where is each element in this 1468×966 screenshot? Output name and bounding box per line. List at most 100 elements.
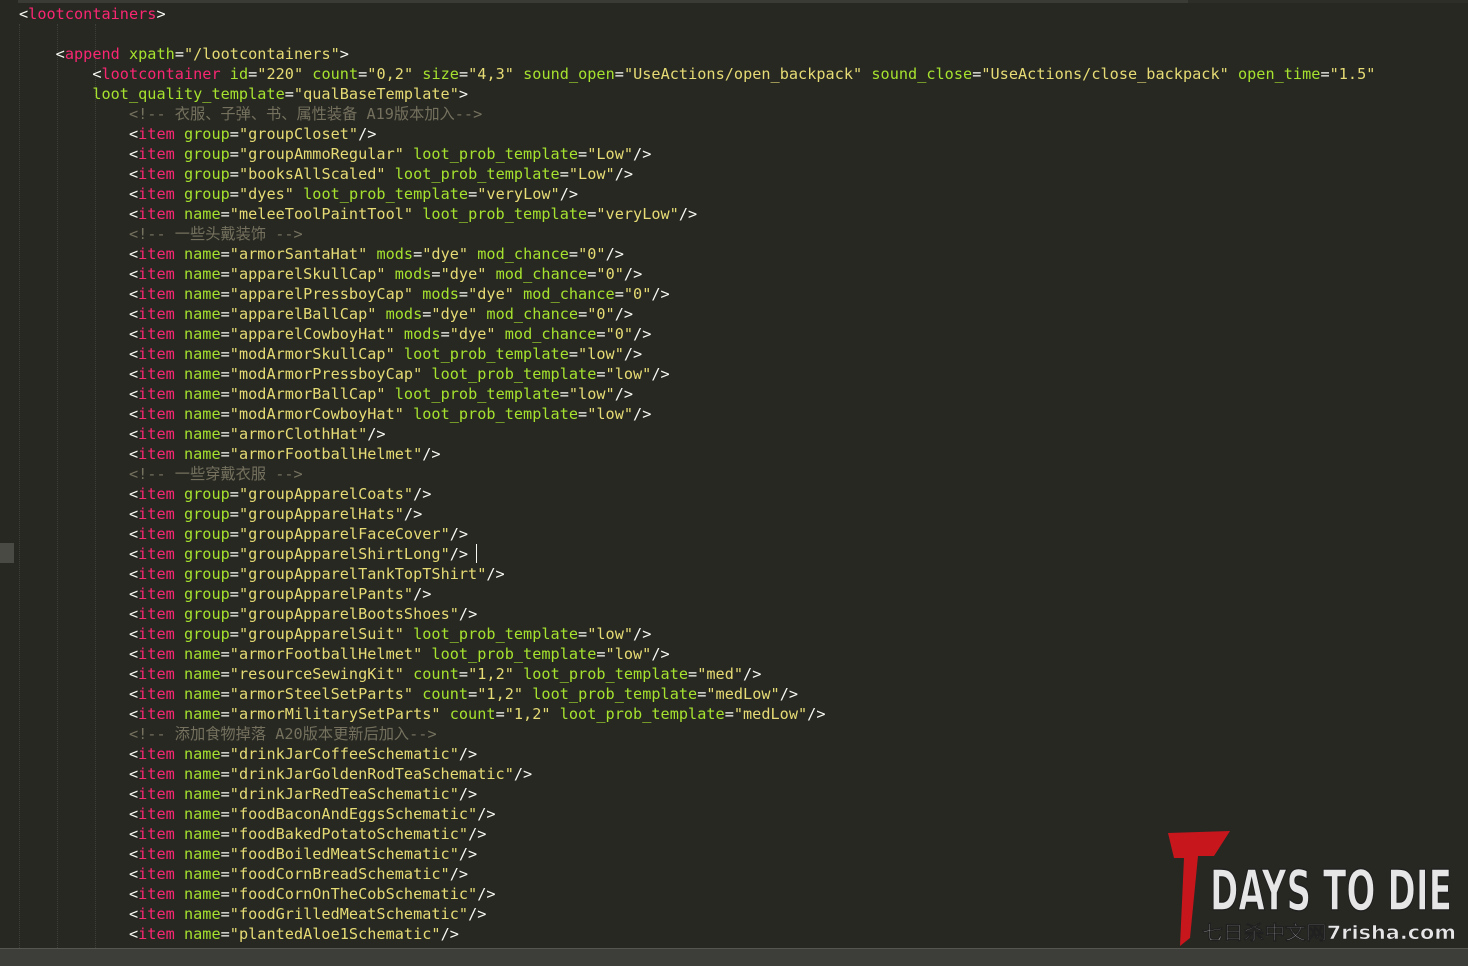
value-token: "0" [596,265,624,283]
tag-token: item [138,405,175,423]
code-line[interactable]: <item group="groupAmmoRegular" loot_prob… [19,144,651,164]
value-token: "drinkJarGoldenRodTeaSchematic" [229,765,514,783]
code-line[interactable]: <item name="apparelCowboyHat" mods="dye"… [19,324,651,344]
attribute-token: name [183,905,221,923]
code-line[interactable]: <item group="groupApparelTankTopTShirt"/… [19,564,505,584]
value-token: "0" [623,285,652,303]
code-line[interactable]: <item group="groupApparelCoats"/> [19,484,431,504]
code-line[interactable]: <item name="drinkJarGoldenRodTeaSchemati… [19,764,532,784]
code-line[interactable]: <!-- 一些头戴装饰 --> [19,224,303,244]
code-line[interactable]: <item group="groupApparelShirtLong"/> [19,544,468,564]
code-line[interactable]: <!-- 添加食物掉落 A20版本更新后加入--> [19,724,437,744]
code-line[interactable]: <item name="foodBakedPotatoSchematic"/> [19,824,486,844]
punctuation-token: = [596,645,606,663]
code-line[interactable]: <!-- 一些穿戴衣服 --> [19,464,303,484]
code-line[interactable]: <item name="armorFootballHelmet" loot_pr… [19,644,670,664]
tag-token: item [138,825,175,843]
attribute-token: name [183,325,221,343]
attribute-token: loot_prob_template [413,625,579,643]
code-editor[interactable]: <lootcontainers> <append xpath="/lootcon… [0,0,1468,948]
punctuation-token: = [229,505,239,523]
code-line[interactable]: <item name="armorMilitarySetParts" count… [19,704,826,724]
value-token: "groupApparelSuit" [238,625,404,643]
code-line[interactable]: <item name="drinkJarCoffeeSchematic"/> [19,744,477,764]
punctuation-token: = [578,145,588,163]
code-line[interactable]: <item name="apparelPressboyCap" mods="dy… [19,284,670,304]
code-line[interactable]: <item name="armorClothHat"/> [19,424,386,444]
punctuation-token: < [128,765,139,783]
code-line[interactable]: <item name="foodBaconAndEggsSchematic"/> [19,804,496,824]
code-line[interactable]: <item group="groupCloset"/> [19,124,376,144]
code-line[interactable]: <item name="armorSteelSetParts" count="1… [19,684,798,704]
code-line[interactable]: <lootcontainer id="220" count="0,2" size… [19,64,1375,84]
punctuation-token: < [128,505,139,523]
punctuation-token: = [220,805,230,823]
code-line[interactable]: <item name="modArmorBallCap" loot_prob_t… [19,384,633,404]
code-line[interactable]: <item name="armorFootballHelmet"/> [19,444,441,464]
attribute-token: loot_prob_template [394,165,560,183]
code-line[interactable]: <item group="groupApparelSuit" loot_prob… [19,624,651,644]
gutter[interactable] [0,0,18,948]
punctuation-token: = [220,285,230,303]
code-line[interactable]: <item name="apparelSkullCap" mods="dye" … [19,264,642,284]
punctuation-token: /> [779,685,799,703]
code-line[interactable]: <item name="foodGrilledMeatSchematic"/> [19,904,486,924]
tag-token: append [64,45,120,63]
attribute-token: name [183,305,221,323]
code-line[interactable]: <item name="resourceSewingKit" count="1,… [19,664,761,684]
code-line[interactable]: <lootcontainers> [19,4,166,24]
attribute-token: group [183,145,230,163]
punctuation-token: = [220,745,230,763]
punctuation-token: /> [743,665,762,683]
attribute-token: name [183,205,221,223]
code-line[interactable]: <item group="booksAllScaled" loot_prob_t… [19,164,633,184]
punctuation-token: = [220,925,230,943]
code-line[interactable]: <item name="foodBoiledMeatSchematic"/> [19,844,477,864]
code-line[interactable]: <item group="groupApparelHats"/> [19,504,422,524]
code-line[interactable]: <item name="drinkJarRedTeaSchematic"/> [19,784,477,804]
code-line[interactable]: <item name="modArmorSkullCap" loot_prob_… [19,344,642,364]
punctuation-token: < [128,685,139,703]
punctuation-token: = [578,305,588,323]
code-line[interactable]: <item name="meleeToolPaintTool" loot_pro… [19,204,697,224]
punctuation-token: = [220,845,230,863]
code-line[interactable]: <item name="modArmorPressboyCap" loot_pr… [19,364,670,384]
value-token: "UseActions/close_backpack" [981,65,1229,83]
code-line[interactable]: <item group="groupApparelBootsShoes"/> [19,604,477,624]
punctuation-token: /> [468,825,487,843]
code-line[interactable]: <item name="apparelBallCap" mods="dye" m… [19,304,633,324]
tag-token: lootcontainers [28,5,157,23]
value-token: "groupApparelTankTopTShirt" [238,565,487,583]
punctuation-token: = [229,565,239,583]
code-line[interactable]: <item name="armorSantaHat" mods="dye" mo… [19,244,624,264]
value-token: "meleeToolPaintTool" [229,205,414,223]
code-line[interactable]: loot_quality_template="qualBaseTemplate"… [19,84,468,104]
code-line[interactable]: <item group="dyes" loot_prob_template="v… [19,184,578,204]
punctuation-token: = [458,65,469,83]
code-line[interactable]: <item group="groupApparelFaceCover"/> [19,524,468,544]
attribute-token: mod_chance [477,245,569,263]
punctuation-token: = [697,685,707,703]
attribute-token: loot_prob_template [413,145,579,163]
punctuation-token: < [128,185,139,203]
punctuation-token: < [128,545,139,563]
value-token: "low" [605,645,652,663]
code-line[interactable]: <item name="plantedAloe1Schematic"/> [19,924,459,944]
code-line[interactable]: <item name="modArmorCowboyHat" loot_prob… [19,404,651,424]
code-line[interactable]: <item name="foodCornBreadSchematic"/> [19,864,468,884]
code-line[interactable]: <append xpath="/lootcontainers"> [19,44,349,64]
code-line[interactable]: <!-- 衣服、子弹、书、属性装备 A19版本加入--> [19,104,482,124]
code-line[interactable]: <item group="groupApparelPants"/> [19,584,431,604]
punctuation-token: /> [651,645,670,663]
punctuation-token: = [724,705,734,723]
value-token: "qualBaseTemplate" [293,85,459,103]
value-token: "UseActions/open_backpack" [623,65,863,83]
code-line[interactable]: <item name="foodCornOnTheCobSchematic"/> [19,884,496,904]
